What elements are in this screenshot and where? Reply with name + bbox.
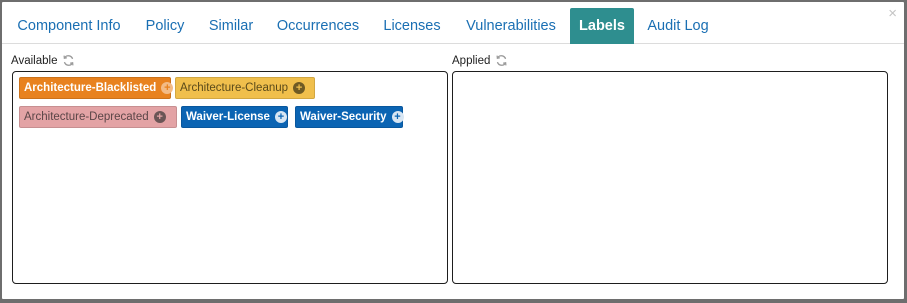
- label-chip-waiver-security[interactable]: Waiver-Security +: [295, 106, 404, 128]
- plus-circle-icon[interactable]: +: [391, 111, 404, 123]
- refresh-icon[interactable]: [495, 54, 508, 67]
- close-icon[interactable]: ×: [888, 6, 897, 22]
- label-chip-architecture-cleanup[interactable]: Architecture-Cleanup +: [175, 77, 315, 99]
- tab-component-info[interactable]: Component Info: [8, 8, 130, 44]
- label-chip-text: Architecture-Deprecated: [24, 111, 149, 123]
- label-chip-architecture-deprecated[interactable]: Architecture-Deprecated +: [19, 106, 177, 128]
- label-chip-text: Architecture-Cleanup: [180, 82, 289, 94]
- tab-labels[interactable]: Labels: [570, 8, 634, 44]
- applied-title: Applied: [452, 54, 491, 67]
- label-chip-text: Architecture-Blacklisted: [24, 82, 157, 94]
- component-details-modal: Component Info Policy Similar Occurrence…: [2, 2, 904, 299]
- label-chip-architecture-blacklisted[interactable]: Architecture-Blacklisted +: [19, 77, 174, 99]
- label-chip-text: Waiver-License: [186, 111, 270, 123]
- available-labels-box: Architecture-Blacklisted + Architecture-Cl…: [12, 71, 448, 284]
- applied-header: Applied: [452, 54, 508, 67]
- applied-labels-box: [452, 71, 888, 284]
- refresh-icon[interactable]: [62, 54, 75, 67]
- available-header: Available: [11, 54, 75, 67]
- plus-circle-icon[interactable]: +: [274, 111, 287, 123]
- available-title: Available: [11, 54, 58, 67]
- plus-circle-icon[interactable]: +: [293, 82, 306, 94]
- plus-circle-icon[interactable]: +: [153, 111, 166, 123]
- label-chip-text: Waiver-Security: [300, 111, 387, 123]
- tab-policy[interactable]: Policy: [136, 8, 194, 44]
- label-chip-waiver-license[interactable]: Waiver-License +: [181, 106, 288, 128]
- tab-audit-log[interactable]: Audit Log: [640, 8, 716, 44]
- tab-similar[interactable]: Similar: [200, 8, 262, 44]
- tab-occurrences[interactable]: Occurrences: [268, 8, 368, 44]
- tab-vulnerabilities[interactable]: Vulnerabilities: [457, 8, 565, 44]
- tab-licenses[interactable]: Licenses: [376, 8, 448, 44]
- plus-circle-icon[interactable]: +: [161, 82, 174, 94]
- tab-bar: Component Info Policy Similar Occurrence…: [2, 2, 904, 44]
